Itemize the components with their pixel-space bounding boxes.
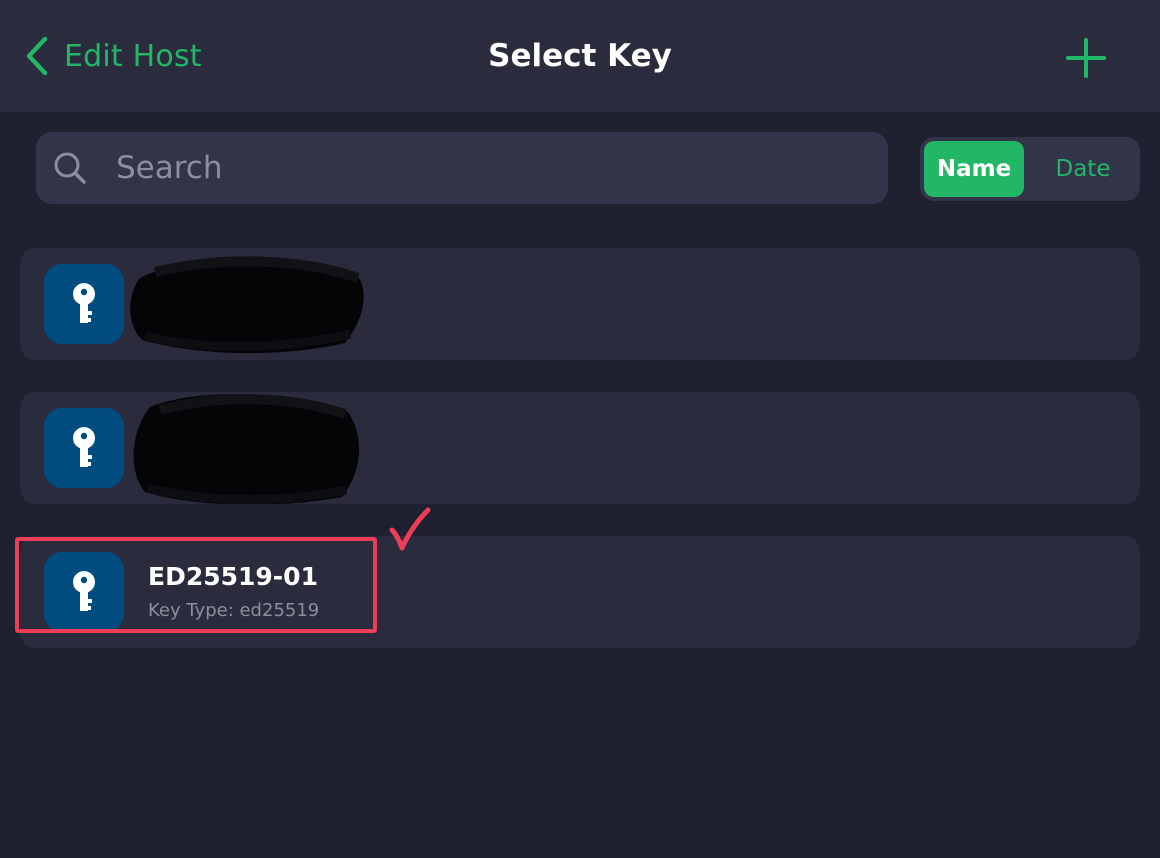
sort-by-date-button[interactable]: Date bbox=[1030, 141, 1136, 197]
select-key-screen: Edit Host Select Key Name Date bbox=[0, 0, 1160, 858]
navigation-bar: Edit Host Select Key bbox=[0, 0, 1160, 112]
key-name: ED25519-01 bbox=[148, 562, 318, 591]
key-icon bbox=[44, 552, 124, 632]
search-icon bbox=[54, 152, 86, 184]
back-button[interactable]: Edit Host bbox=[24, 34, 202, 78]
plus-icon bbox=[1066, 38, 1106, 78]
sort-segmented-control: Name Date bbox=[920, 137, 1140, 201]
search-bar[interactable] bbox=[36, 132, 888, 204]
key-list-item[interactable]: ED25519-01 Key Type: ed25519 bbox=[20, 536, 1140, 648]
key-list-item[interactable] bbox=[20, 248, 1140, 360]
chevron-left-icon bbox=[26, 36, 48, 76]
key-icon bbox=[44, 408, 124, 488]
redaction-scribble bbox=[133, 394, 359, 504]
key-list-item[interactable] bbox=[20, 392, 1140, 504]
key-type-label: Key Type: ed25519 bbox=[148, 600, 320, 621]
checkmark-icon bbox=[389, 507, 431, 551]
add-key-button[interactable] bbox=[1064, 36, 1108, 80]
search-input[interactable] bbox=[116, 132, 856, 204]
redaction-scribble bbox=[130, 256, 364, 354]
sort-by-name-button[interactable]: Name bbox=[924, 141, 1024, 197]
key-icon bbox=[44, 264, 124, 344]
back-button-label: Edit Host bbox=[64, 38, 202, 74]
page-title: Select Key bbox=[488, 38, 672, 74]
